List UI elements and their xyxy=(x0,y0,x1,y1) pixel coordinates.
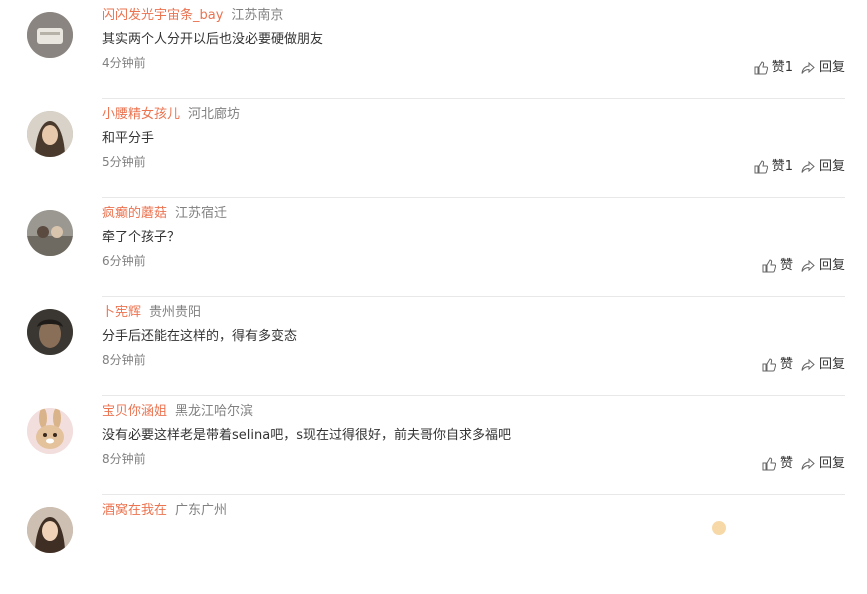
reply-icon xyxy=(801,61,815,74)
like-button[interactable]: 赞1 xyxy=(754,159,793,175)
comment-meta: 酒窝在我在 广东广州 xyxy=(102,502,227,520)
comment-text: 和平分手 xyxy=(102,131,155,146)
comment-actions: 赞1 回复 xyxy=(754,60,845,76)
comment-meta: 卜宪辉 贵州贵阳 xyxy=(102,304,201,322)
like-label: 赞1 xyxy=(771,60,793,75)
comment-actions: 赞 回复 xyxy=(762,357,845,373)
comment-meta: 宝贝你涵姐 黑龙江哈尔滨 xyxy=(102,403,253,421)
comment-item: 卜宪辉 贵州贵阳 分手后还能在这样的，得有多变态 8分钟前 赞 回复 xyxy=(0,297,867,396)
partial-decoration xyxy=(712,521,726,535)
reply-label: 回复 xyxy=(818,357,845,372)
like-button[interactable]: 赞 xyxy=(762,357,793,373)
reply-label: 回复 xyxy=(818,258,845,273)
like-label: 赞 xyxy=(779,258,793,273)
timestamp: 6分钟前 xyxy=(102,254,146,268)
username-link[interactable]: 闪闪发光宇宙条_bay xyxy=(102,8,223,23)
avatar[interactable] xyxy=(27,408,73,454)
avatar[interactable] xyxy=(27,111,73,157)
avatar[interactable] xyxy=(27,507,73,553)
like-label: 赞1 xyxy=(771,159,793,174)
comment-text: 没有必要这样老是带着selina吧，s现在过得很好，前夫哥你自求多福吧 xyxy=(102,428,511,443)
like-label: 赞 xyxy=(779,456,793,471)
username-link[interactable]: 卜宪辉 xyxy=(102,305,141,320)
avatar[interactable] xyxy=(27,309,73,355)
comment-meta: 闪闪发光宇宙条_bay 江苏南京 xyxy=(102,7,283,25)
avatar[interactable] xyxy=(27,12,73,58)
location: 江苏南京 xyxy=(231,8,284,23)
avatar-icon xyxy=(27,12,73,58)
comment-meta: 小腰精女孩儿 河北廊坊 xyxy=(102,106,240,124)
timestamp: 4分钟前 xyxy=(102,56,146,70)
username-link[interactable]: 疯癫的蘑菇 xyxy=(102,206,167,221)
comment-item: 闪闪发光宇宙条_bay 江苏南京 其实两个人分开以后也没必要硬做朋友 4分钟前 赞… xyxy=(0,0,867,99)
thumbs-up-icon xyxy=(762,358,776,372)
reply-label: 回复 xyxy=(818,60,845,75)
comment-actions: 赞1 回复 xyxy=(754,159,845,175)
reply-icon xyxy=(801,259,815,272)
location: 河北廊坊 xyxy=(188,107,241,122)
comment-item: 疯癫的蘑菇 江苏宿迁 牵了个孩子？ 6分钟前 赞 回复 xyxy=(0,198,867,297)
like-button[interactable]: 赞 xyxy=(762,258,793,274)
reply-button[interactable]: 回复 xyxy=(801,60,845,76)
thumbs-up-icon xyxy=(754,61,768,75)
location: 江苏宿迁 xyxy=(175,206,228,221)
comment-item: 小腰精女孩儿 河北廊坊 和平分手 5分钟前 赞1 回复 xyxy=(0,99,867,198)
thumbs-up-icon xyxy=(754,160,768,174)
reply-icon xyxy=(801,457,815,470)
location: 广东广州 xyxy=(175,503,228,518)
reply-button[interactable]: 回复 xyxy=(801,258,845,274)
reply-button[interactable]: 回复 xyxy=(801,159,845,175)
avatar[interactable] xyxy=(27,210,73,256)
like-button[interactable]: 赞1 xyxy=(754,60,793,76)
timestamp: 8分钟前 xyxy=(102,452,146,466)
location: 黑龙江哈尔滨 xyxy=(175,404,254,419)
comment-item: 酒窝在我在 广东广州 xyxy=(0,495,867,594)
reply-button[interactable]: 回复 xyxy=(801,456,845,472)
username-link[interactable]: 小腰精女孩儿 xyxy=(102,107,180,122)
comment-meta: 疯癫的蘑菇 江苏宿迁 xyxy=(102,205,227,223)
username-link[interactable]: 宝贝你涵姐 xyxy=(102,404,167,419)
reply-icon xyxy=(801,160,815,173)
username-link[interactable]: 酒窝在我在 xyxy=(102,503,167,518)
like-label: 赞 xyxy=(779,357,793,372)
reply-label: 回复 xyxy=(818,456,845,471)
like-button[interactable]: 赞 xyxy=(762,456,793,472)
reply-button[interactable]: 回复 xyxy=(801,357,845,373)
timestamp: 8分钟前 xyxy=(102,353,146,367)
reply-label: 回复 xyxy=(818,159,845,174)
location: 贵州贵阳 xyxy=(149,305,202,320)
comment-text: 分手后还能在这样的，得有多变态 xyxy=(102,329,298,344)
avatar-icon xyxy=(27,210,73,256)
comment-text: 其实两个人分开以后也没必要硬做朋友 xyxy=(102,32,324,47)
comment-item: 宝贝你涵姐 黑龙江哈尔滨 没有必要这样老是带着selina吧，s现在过得很好，前夫… xyxy=(0,396,867,495)
avatar-icon xyxy=(27,309,73,355)
timestamp: 5分钟前 xyxy=(102,155,146,169)
comment-actions: 赞 回复 xyxy=(762,258,845,274)
comment-text: 牵了个孩子？ xyxy=(102,230,181,245)
comment-actions: 赞 回复 xyxy=(762,456,845,472)
avatar-icon xyxy=(27,111,73,157)
avatar-icon xyxy=(27,507,73,553)
thumbs-up-icon xyxy=(762,457,776,471)
thumbs-up-icon xyxy=(762,259,776,273)
bunny-avatar-icon xyxy=(27,408,73,454)
reply-icon xyxy=(801,358,815,371)
